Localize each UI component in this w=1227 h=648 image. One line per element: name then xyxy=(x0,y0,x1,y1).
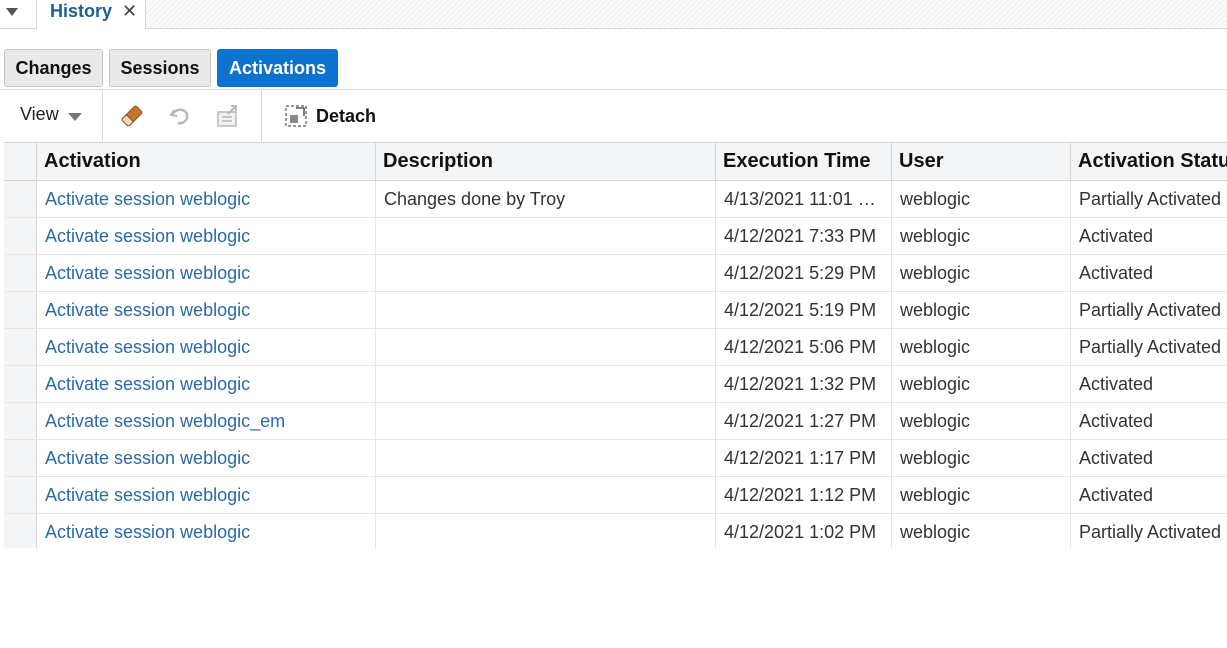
execution-time-cell: 4/12/2021 1:12 PM xyxy=(716,477,892,513)
description-cell xyxy=(376,218,716,254)
user-cell: weblogic xyxy=(892,440,1071,476)
chevron-down-icon xyxy=(68,113,82,121)
row-selector[interactable] xyxy=(4,403,37,439)
activations-button[interactable]: Activations xyxy=(217,49,338,87)
execution-time-cell: 4/12/2021 7:33 PM xyxy=(716,218,892,254)
table-row[interactable]: Activate session weblogic 4/12/2021 1:17 … xyxy=(4,440,1227,477)
activation-link[interactable]: Activate session weblogic xyxy=(37,440,376,476)
activation-link[interactable]: Activate session weblogic xyxy=(37,218,376,254)
activation-status-cell: Activated xyxy=(1079,374,1154,394)
column-header-description[interactable]: Description xyxy=(376,143,716,180)
activations-table: Activation Description Execution Time Us… xyxy=(4,142,1227,548)
view-menu-label: View xyxy=(20,104,59,124)
execution-time-cell: 4/12/2021 1:02 PM xyxy=(716,514,892,548)
row-selector[interactable] xyxy=(4,329,37,365)
activation-status-cell: Partially Activated xyxy=(1079,189,1222,209)
row-selector[interactable] xyxy=(4,366,37,402)
user-cell: weblogic xyxy=(892,181,1071,217)
toolbar-separator xyxy=(261,90,262,142)
user-cell: weblogic xyxy=(892,366,1071,402)
execution-time-cell: 4/12/2021 5:19 PM xyxy=(716,292,892,328)
table-row[interactable]: Activate session weblogic 4/12/2021 5:29 … xyxy=(4,255,1227,292)
toolbar-separator xyxy=(102,90,103,142)
table-row[interactable]: Activate session weblogic 4/12/2021 5:19 … xyxy=(4,292,1227,329)
activation-status-cell: Activated xyxy=(1079,226,1154,246)
execution-time-cell: 4/12/2021 5:29 PM xyxy=(716,255,892,291)
undo-icon[interactable] xyxy=(166,102,194,130)
export-icon[interactable] xyxy=(214,102,242,130)
table-row[interactable]: Activate session weblogic 4/12/2021 7:33 … xyxy=(4,218,1227,255)
activation-link[interactable]: Activate session weblogic_em xyxy=(37,403,376,439)
description-cell xyxy=(376,292,716,328)
activation-link[interactable]: Activate session weblogic xyxy=(37,255,376,291)
toolbar: View Detach xyxy=(0,90,1227,142)
table-row[interactable]: Activate session weblogic_em 4/12/2021 1:… xyxy=(4,403,1227,440)
row-selector[interactable] xyxy=(4,514,37,548)
row-selector[interactable] xyxy=(4,477,37,513)
activation-link[interactable]: Activate session weblogic xyxy=(37,292,376,328)
tab-history[interactable]: History ✕ xyxy=(37,0,146,29)
column-header-activation-status[interactable]: Activation Status xyxy=(1071,143,1227,180)
user-cell: weblogic xyxy=(892,477,1071,513)
user-cell: weblogic xyxy=(892,403,1071,439)
row-selector-header xyxy=(4,143,37,180)
description-cell xyxy=(376,477,716,513)
activation-status-cell: Activated xyxy=(1079,263,1154,283)
execution-time-cell: 4/13/2021 11:01 … xyxy=(716,181,892,217)
detach-label: Detach xyxy=(316,105,377,126)
eraser-icon[interactable] xyxy=(118,102,146,130)
table-row[interactable]: Activate session weblogic 4/12/2021 1:12 … xyxy=(4,477,1227,514)
description-cell xyxy=(376,440,716,476)
user-cell: weblogic xyxy=(892,292,1071,328)
sessions-button[interactable]: Sessions xyxy=(109,49,211,87)
description-cell xyxy=(376,366,716,402)
detach-button[interactable]: Detach xyxy=(284,102,376,130)
table-row[interactable]: Activate session weblogic Changes done by… xyxy=(4,181,1227,218)
changes-button[interactable]: Changes xyxy=(4,49,103,87)
column-header-user[interactable]: User xyxy=(892,143,1071,180)
activation-status-cell: Partially Activated xyxy=(1079,522,1222,542)
user-cell: weblogic xyxy=(892,255,1071,291)
table-row[interactable]: Activate session weblogic 4/12/2021 1:02 … xyxy=(4,514,1227,548)
description-cell: Changes done by Troy xyxy=(376,181,716,217)
close-icon[interactable]: ✕ xyxy=(122,1,137,22)
execution-time-cell: 4/12/2021 1:32 PM xyxy=(716,366,892,402)
row-selector[interactable] xyxy=(4,292,37,328)
description-cell xyxy=(376,403,716,439)
tab-history-label: History xyxy=(50,1,113,21)
activation-status-cell: Activated xyxy=(1079,448,1154,468)
tab-menu-button[interactable] xyxy=(0,0,37,28)
activation-status-cell: Partially Activated xyxy=(1079,300,1222,320)
execution-time-cell: 4/12/2021 5:06 PM xyxy=(716,329,892,365)
activation-link[interactable]: Activate session weblogic xyxy=(37,329,376,365)
activation-status-cell: Activated xyxy=(1079,485,1154,505)
execution-time-cell: 4/12/2021 1:17 PM xyxy=(716,440,892,476)
activation-link[interactable]: Activate session weblogic xyxy=(37,181,376,217)
user-cell: weblogic xyxy=(892,514,1071,548)
column-header-execution-time[interactable]: Execution Time xyxy=(716,143,892,180)
row-selector[interactable] xyxy=(4,218,37,254)
view-menu[interactable]: View xyxy=(20,104,82,125)
activation-link[interactable]: Activate session weblogic xyxy=(37,477,376,513)
description-cell xyxy=(376,329,716,365)
description-cell xyxy=(376,255,716,291)
table-header: Activation Description Execution Time Us… xyxy=(4,142,1227,181)
activation-status-cell: Partially Activated xyxy=(1079,337,1222,357)
row-selector[interactable] xyxy=(4,440,37,476)
description-cell xyxy=(376,514,716,548)
row-selector[interactable] xyxy=(4,181,37,217)
execution-time-cell: 4/12/2021 1:27 PM xyxy=(716,403,892,439)
column-header-activation[interactable]: Activation xyxy=(37,143,376,180)
table-row[interactable]: Activate session weblogic 4/12/2021 5:06 … xyxy=(4,329,1227,366)
activation-link[interactable]: Activate session weblogic xyxy=(37,366,376,402)
row-selector[interactable] xyxy=(4,255,37,291)
user-cell: weblogic xyxy=(892,329,1071,365)
detach-icon xyxy=(285,105,307,127)
tab-strip: History ✕ xyxy=(0,0,1227,29)
activation-link[interactable]: Activate session weblogic xyxy=(37,514,376,548)
table-row[interactable]: Activate session weblogic 4/12/2021 1:32 … xyxy=(4,366,1227,403)
activation-status-cell: Activated xyxy=(1079,411,1154,431)
user-cell: weblogic xyxy=(892,218,1071,254)
chevron-down-icon xyxy=(6,8,18,16)
